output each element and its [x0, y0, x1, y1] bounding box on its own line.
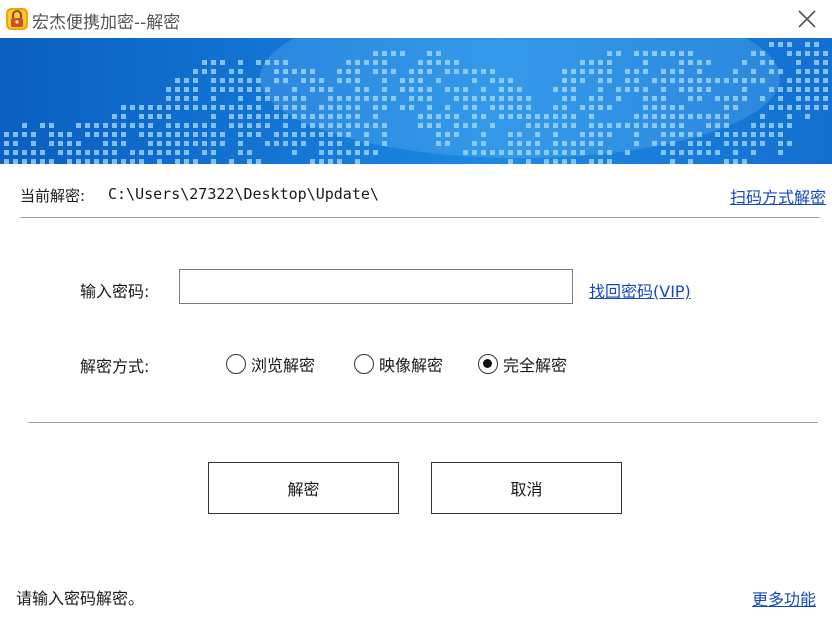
radio-label: 映像解密: [379, 356, 444, 375]
status-text: 请输入密码解密。: [16, 589, 145, 608]
window-title: 宏杰便携加密--解密: [32, 13, 181, 33]
password-label: 输入密码:: [80, 282, 150, 301]
password-input[interactable]: [179, 269, 573, 304]
decrypt-mode-label: 解密方式:: [80, 357, 150, 376]
scan-decrypt-link[interactable]: 扫码方式解密: [730, 184, 826, 208]
close-icon[interactable]: [794, 6, 820, 32]
radio-label: 完全解密: [503, 356, 568, 375]
radio-circle[interactable]: [354, 354, 374, 374]
more-features-link[interactable]: 更多功能: [752, 586, 816, 610]
divider: [20, 217, 820, 218]
divider: [28, 422, 818, 423]
recover-password-link[interactable]: 找回密码(VIP): [589, 278, 691, 302]
radio-full-decrypt[interactable]: 完全解密: [478, 352, 567, 376]
cancel-button[interactable]: 取消: [431, 462, 622, 514]
title-bar: 宏杰便携加密--解密: [0, 0, 832, 38]
current-decrypt-label: 当前解密:: [20, 187, 86, 205]
radio-browse-decrypt[interactable]: 浏览解密: [226, 352, 315, 376]
banner-world-map: [0, 38, 832, 164]
radio-label: 浏览解密: [251, 356, 316, 375]
radio-circle-checked[interactable]: [478, 354, 498, 374]
decrypt-button[interactable]: 解密: [208, 462, 399, 514]
world-map-dots: [4, 38, 828, 164]
radio-circle[interactable]: [226, 354, 246, 374]
current-decrypt-path: C:\Users\27322\Desktop\Update\: [108, 185, 379, 203]
lock-icon: [6, 8, 28, 30]
radio-image-decrypt[interactable]: 映像解密: [354, 352, 443, 376]
